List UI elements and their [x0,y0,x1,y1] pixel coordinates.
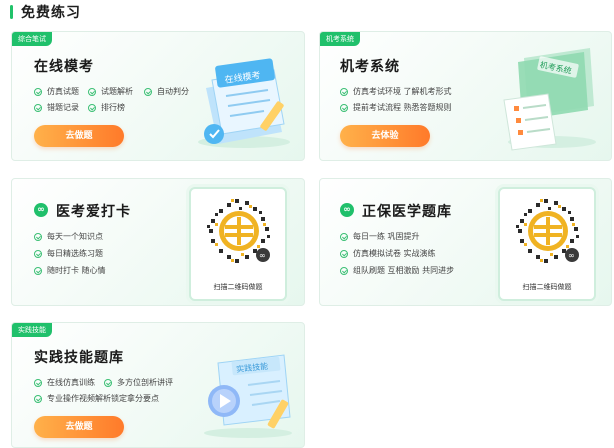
online-exam-card[interactable]: 综合笔试 在线模考 仿真试题 试题解析 自动判分 错题记录 排行榜 去做题 在线… [11,31,305,161]
card-tag: 综合笔试 [12,32,52,46]
feature-item: 试题解析 [88,86,133,97]
check-icon [88,87,96,96]
svg-text:∞: ∞ [259,251,266,260]
practice-skills-card[interactable]: 实践技能 实践技能题库 在线仿真训练 多方位剖析讲评 专业操作视频解析锁定拿分要… [11,322,305,448]
feature-item: 每日一练 巩固提升 [340,231,420,242]
feature-item: 仿真试题 [34,86,79,97]
qr-caption: 扫描二维码做题 [522,283,572,291]
insurance-question-bank-card[interactable]: ∞ 正保医学题库 每日一练 巩固提升 仿真模拟试卷 实战演练 组队刷题 互相激励… [319,178,612,306]
check-icon [34,394,42,403]
feature-item: 多方位剖析讲评 [104,377,173,388]
card-title: 实践技能题库 [34,350,124,366]
qr-code-icon: ∞ [207,199,270,263]
mini-program-icon: ∞ [340,203,354,217]
practice-scroll-illustration: 实践技能 [204,354,292,438]
feature-item: 仿真考试环境 了解机考形式 [340,86,452,97]
svg-text:∞: ∞ [568,251,575,260]
check-icon [34,266,42,275]
check-icon [34,249,42,258]
feature-item: 排行榜 [88,102,125,113]
feature-item: 提前考试流程 熟悉答题规则 [340,102,452,113]
feature-item: 每天一个知识点 [34,231,103,242]
feature-item: 随时打卡 随心情 [34,265,106,276]
checkin-card[interactable]: ∞ 医考爱打卡 每天一个知识点 每日精选练习题 随时打卡 随心情 ∞ 扫描二维码… [11,178,305,306]
check-icon [144,87,152,96]
section-title: 免费练习 [21,5,81,21]
card-title: 机考系统 [340,59,400,75]
qr-code-icon: ∞ [516,199,579,263]
exam-scroll-illustration: 在线模考 [198,58,290,148]
feature-item: 在线仿真训练 [34,377,95,388]
card-title: 正保医学题库 [362,204,452,220]
check-icon [340,103,348,112]
mini-program-qr: ∞ 扫描二维码做题 [498,187,596,301]
feature-item: 专业操作视频解析锁定拿分要点 [34,393,159,404]
card-title: 在线模考 [34,59,94,75]
check-icon [340,266,348,275]
check-icon [34,103,42,112]
card-title: 医考爱打卡 [56,204,131,220]
go-practice-button[interactable]: 去做题 [34,416,124,438]
check-icon [104,378,112,387]
check-icon [340,232,348,241]
qr-caption: 扫描二维码做题 [213,283,263,291]
go-practice-button[interactable]: 去做题 [34,125,124,147]
check-icon [340,87,348,96]
computer-exam-card[interactable]: 机考系统 机考系统 仿真考试环境 了解机考形式 提前考试流程 熟悉答题规则 去体… [319,31,612,161]
feature-item: 错题记录 [34,102,79,113]
card-tag: 机考系统 [320,32,360,46]
check-icon [34,378,42,387]
check-icon [340,249,348,258]
try-now-button[interactable]: 去体验 [340,125,430,147]
mini-program-icon: ∞ [34,203,48,217]
feature-item: 每日精选练习题 [34,248,103,259]
section-accent-bar [10,5,13,19]
feature-item: 组队刷题 互相激励 共同进步 [340,265,454,276]
section-header: 免费练习 [10,2,81,22]
computer-exam-illustration: 机考系统 [503,48,596,151]
mini-program-qr: ∞ 扫描二维码做题 [189,187,287,301]
check-icon [88,103,96,112]
card-tag: 实践技能 [12,323,52,337]
check-icon [34,87,42,96]
feature-item: 仿真模拟试卷 实战演练 [340,248,436,259]
feature-item: 自动判分 [144,86,189,97]
check-icon [34,232,42,241]
